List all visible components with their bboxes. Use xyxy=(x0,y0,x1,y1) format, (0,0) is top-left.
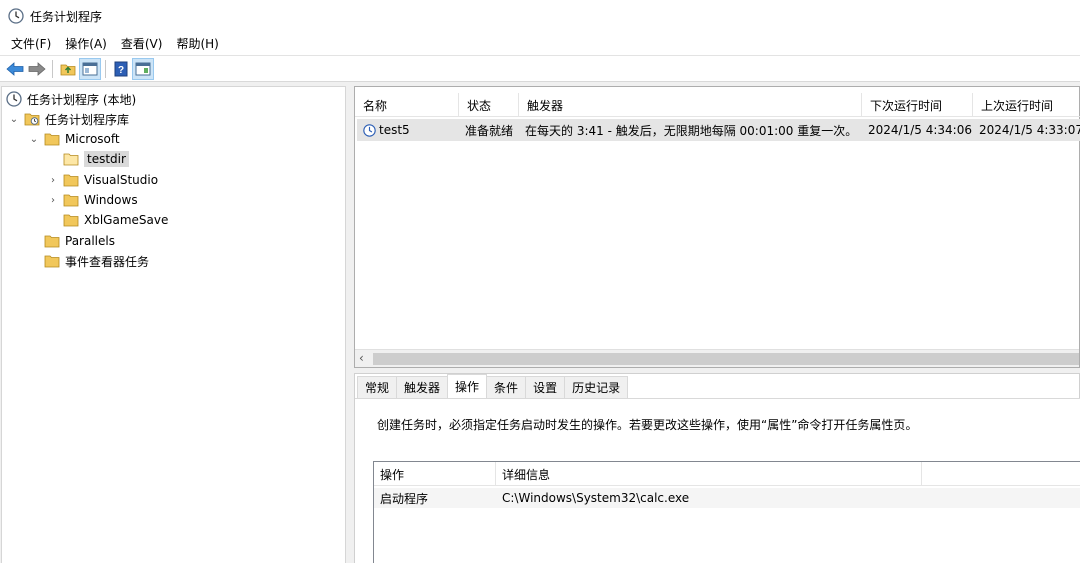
folder-icon xyxy=(44,254,60,268)
clock-icon xyxy=(6,91,22,107)
svg-text:?: ? xyxy=(118,65,124,76)
clock-icon xyxy=(8,8,24,24)
task-name: test5 xyxy=(379,123,410,137)
tree-item-label: VisualStudio xyxy=(84,173,159,187)
up-folder-icon[interactable] xyxy=(57,58,79,80)
tree-item-label: XblGameSave xyxy=(84,213,169,227)
tab-settings[interactable]: 设置 xyxy=(525,376,566,398)
tree-item-label: 事件查看器任务 xyxy=(65,254,150,269)
tree-item-microsoft[interactable]: ⌄ Microsoft xyxy=(28,129,120,149)
toolbar-separator xyxy=(52,59,53,78)
work-area: 任务计划程序 (本地) ⌄ 任务计划程序库 ⌄ Microsoft testdi… xyxy=(0,81,1080,563)
tab-history[interactable]: 历史记录 xyxy=(564,376,629,398)
folder-icon xyxy=(44,132,60,146)
toolbar-separator xyxy=(105,59,106,78)
tree-item-library[interactable]: ⌄ 任务计划程序库 xyxy=(8,109,129,129)
actions-table: 操作 详细信息 启动程序 C:\Windows\System32\calc.ex… xyxy=(373,461,1080,563)
chevron-right-icon[interactable]: › xyxy=(47,195,59,206)
tree-item-root[interactable]: 任务计划程序 (本地) xyxy=(6,89,136,109)
tab-triggers[interactable]: 触发器 xyxy=(396,376,449,398)
action-details: C:\Windows\System32\calc.exe xyxy=(502,491,690,505)
task-list-pane: 名称 状态 触发器 下次运行时间 上次运行时间 test5 准备就绪 在每天的 … xyxy=(354,86,1080,368)
tab-body: 创建任务时，必须指定任务启动时发生的操作。若要更改这些操作，使用“属性”命令打开… xyxy=(355,398,1080,563)
tree-item-label: Microsoft xyxy=(65,132,120,146)
folder-icon xyxy=(63,173,79,187)
help-icon[interactable]: ? xyxy=(110,58,132,80)
back-arrow-icon[interactable] xyxy=(4,58,26,80)
chevron-down-icon[interactable]: ⌄ xyxy=(8,114,20,125)
horizontal-scrollbar[interactable]: ‹ xyxy=(355,349,1079,367)
menu-file[interactable]: 文件(F) xyxy=(4,33,58,54)
tree-item-label: Windows xyxy=(84,193,138,207)
forward-arrow-icon[interactable] xyxy=(26,58,48,80)
table-row[interactable]: 启动程序 C:\Windows\System32\calc.exe xyxy=(374,488,1080,508)
column-header-next-run[interactable]: 下次运行时间 xyxy=(862,93,973,117)
toolbar: ? xyxy=(0,55,1080,81)
tree-item-testdir[interactable]: testdir xyxy=(47,149,129,169)
task-list-header: 名称 状态 触发器 下次运行时间 上次运行时间 xyxy=(355,93,1080,117)
scroll-left-icon[interactable]: ‹ xyxy=(359,351,364,365)
scrollbar-thumb[interactable] xyxy=(373,353,1079,365)
detail-tabs: 常规 触发器 操作 条件 设置 历史记录 xyxy=(357,374,629,398)
tree-item-xblgamesave[interactable]: XblGameSave xyxy=(47,210,168,230)
folder-icon xyxy=(44,234,60,248)
column-header-action[interactable]: 操作 xyxy=(374,462,496,486)
task-status: 准备就绪 xyxy=(465,123,514,138)
tab-conditions[interactable]: 条件 xyxy=(486,376,527,398)
chevron-right-icon[interactable]: › xyxy=(47,175,59,186)
menu-view[interactable]: 查看(V) xyxy=(114,33,170,54)
console-tree: 任务计划程序 (本地) ⌄ 任务计划程序库 ⌄ Microsoft testdi… xyxy=(1,86,346,563)
actions-description: 创建任务时，必须指定任务启动时发生的操作。若要更改这些操作，使用“属性”命令打开… xyxy=(377,418,918,432)
tree-item-label: 任务计划程序 (本地) xyxy=(27,92,137,107)
menu-action[interactable]: 操作(A) xyxy=(58,33,114,54)
window-title: 任务计划程序 xyxy=(30,9,103,24)
task-detail-pane: 常规 触发器 操作 条件 设置 历史记录 创建任务时，必须指定任务启动时发生的操… xyxy=(354,373,1080,563)
title-bar: 任务计划程序 xyxy=(0,0,1080,32)
tree-item-visualstudio[interactable]: › VisualStudio xyxy=(47,170,158,190)
tree-item-event-viewer-tasks[interactable]: 事件查看器任务 xyxy=(28,251,149,271)
folder-icon xyxy=(63,213,79,227)
tree-item-parallels[interactable]: Parallels xyxy=(28,231,115,251)
column-header-status[interactable]: 状态 xyxy=(459,93,519,117)
task-clock-icon xyxy=(363,123,376,137)
column-header-trigger[interactable]: 触发器 xyxy=(519,93,862,117)
tree-item-windows[interactable]: › Windows xyxy=(47,190,138,210)
tree-item-label: testdir xyxy=(84,151,129,167)
task-trigger: 在每天的 3:41 - 触发后，无限期地每隔 00:01:00 重复一次。 xyxy=(525,123,858,138)
tab-general[interactable]: 常规 xyxy=(357,376,398,398)
task-next-run: 2024/1/5 4:34:06 xyxy=(868,123,972,137)
actions-table-header: 操作 详细信息 xyxy=(374,462,1080,486)
menu-help[interactable]: 帮助(H) xyxy=(169,33,225,54)
column-header-name[interactable]: 名称 xyxy=(355,93,459,117)
show-hide-action-pane-icon[interactable] xyxy=(132,57,154,80)
action-type: 启动程序 xyxy=(380,491,429,506)
vertical-splitter[interactable] xyxy=(346,86,353,563)
folder-icon xyxy=(63,152,79,166)
table-row[interactable]: test5 准备就绪 在每天的 3:41 - 触发后，无限期地每隔 00:01:… xyxy=(357,119,1080,141)
chevron-down-icon[interactable]: ⌄ xyxy=(28,134,40,145)
library-folder-icon xyxy=(24,112,40,126)
folder-icon xyxy=(63,193,79,207)
task-last-run: 2024/1/5 4:33:07 xyxy=(979,123,1080,137)
column-header-details[interactable]: 详细信息 xyxy=(496,462,922,486)
menu-bar: 文件(F) 操作(A) 查看(V) 帮助(H) xyxy=(0,32,1080,54)
column-header-last-run[interactable]: 上次运行时间 xyxy=(973,93,1080,117)
tree-item-label: 任务计划程序库 xyxy=(45,112,130,127)
tab-actions[interactable]: 操作 xyxy=(447,374,488,398)
tree-item-label: Parallels xyxy=(65,234,115,248)
show-hide-console-tree-icon[interactable] xyxy=(79,57,101,80)
